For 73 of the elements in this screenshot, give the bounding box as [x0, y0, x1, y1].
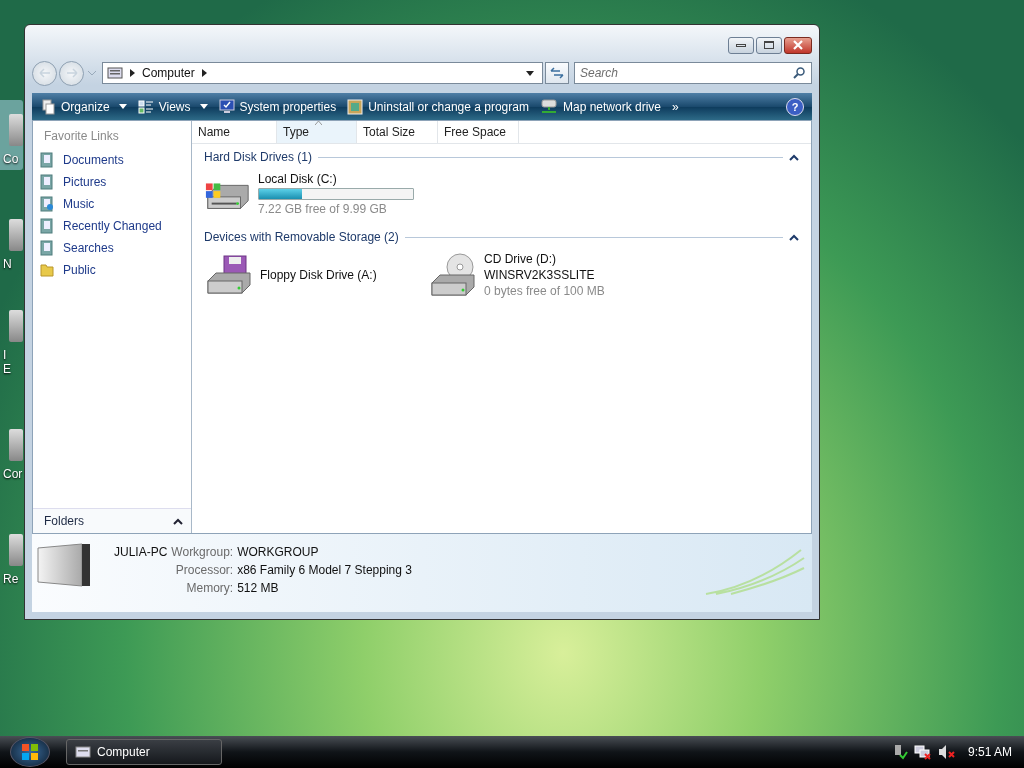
- help-button[interactable]: ?: [786, 97, 804, 116]
- drive-name[interactable]: CD Drive (D:): [484, 252, 605, 266]
- breadcrumb[interactable]: Computer: [142, 66, 195, 80]
- toolbar-button[interactable]: System properties: [214, 97, 341, 116]
- document-folder-icon: [39, 240, 55, 256]
- cd-drive-icon: [428, 253, 478, 297]
- favorite-links-heading: Favorite Links: [43, 128, 120, 145]
- folders-bar[interactable]: Folders: [33, 508, 191, 533]
- computer-icon: [107, 67, 123, 79]
- pages-icon: [42, 98, 56, 115]
- toolbar-button[interactable]: Uninstall or change a program: [343, 96, 533, 117]
- speaker-muted-icon[interactable]: [937, 744, 956, 760]
- search-icon: [793, 67, 805, 79]
- drive-name[interactable]: Floppy Disk Drive (A:): [260, 268, 377, 282]
- sidebar-link[interactable]: Public: [33, 259, 191, 281]
- refresh-arrows-icon: [550, 67, 564, 79]
- computer-icon: [75, 746, 91, 758]
- floppy-drive-icon: [204, 255, 254, 295]
- toolbar-button[interactable]: Map network drive: [535, 97, 665, 116]
- network-drive-icon: [539, 99, 558, 114]
- views-icon: [137, 99, 154, 114]
- breadcrumb-arrow-icon[interactable]: [130, 69, 135, 77]
- toolbar-button[interactable]: Organize: [38, 96, 131, 117]
- forward-arrow-icon: [65, 68, 78, 78]
- windows-logo-icon: [21, 743, 39, 761]
- document-folder-icon: [39, 218, 55, 234]
- detail-label: Memory:: [185, 581, 234, 595]
- breadcrumb-arrow-icon[interactable]: [201, 69, 207, 77]
- chevron-icon[interactable]: [789, 233, 799, 241]
- program-box-icon: [347, 98, 364, 115]
- document-folder-icon: [39, 174, 55, 190]
- chevron-icon[interactable]: [789, 153, 799, 161]
- document-folder-icon: [39, 152, 55, 168]
- detail-value: WORKGROUP: [237, 545, 320, 559]
- minimize-button[interactable]: [728, 36, 754, 54]
- start-button[interactable]: [10, 737, 50, 767]
- sidebar-link[interactable]: Recently Changed: [33, 215, 191, 237]
- group-heading[interactable]: Devices with Removable Storage (2): [204, 230, 399, 244]
- group-heading[interactable]: Hard Disk Drives (1): [204, 150, 312, 164]
- maximize-button[interactable]: [756, 36, 782, 54]
- detail-label: Processor:: [174, 563, 234, 577]
- music-folder-icon: [39, 196, 55, 212]
- taskbar-button[interactable]: Computer: [66, 739, 222, 765]
- close-button[interactable]: [784, 36, 812, 54]
- network-icon[interactable]: [913, 744, 932, 760]
- chevron-icon: [173, 517, 183, 525]
- column-header[interactable]: Type: [277, 121, 357, 143]
- monitor-icon: [218, 99, 235, 114]
- sidebar-link[interactable]: Pictures: [33, 171, 191, 193]
- refresh-button[interactable]: [545, 62, 569, 84]
- detail-label: Workgroup:: [171, 545, 234, 559]
- computer-case-icon: [36, 542, 92, 588]
- drive-name[interactable]: Local Disk (C:): [258, 172, 414, 186]
- free-space-text: 7.22 GB free of 9.99 GB: [258, 202, 388, 216]
- dropdown-arrow-icon: [118, 104, 127, 109]
- dropdown-arrow-icon: [199, 104, 208, 109]
- sidebar-link[interactable]: Documents: [33, 149, 191, 171]
- free-space-text: 0 bytes free of 100 MB: [484, 284, 605, 298]
- detail-value: x86 Family 6 Model 7 Stepping 3: [237, 563, 412, 577]
- clock[interactable]: 9:51 AM: [967, 745, 1012, 759]
- more-button[interactable]: »: [668, 97, 683, 116]
- search-field[interactable]: Search: [574, 62, 812, 84]
- detail-value: 512 MB: [237, 581, 280, 595]
- sidebar-link[interactable]: Music: [33, 193, 191, 215]
- close-icon: [792, 40, 804, 50]
- volume-label: WINSRV2K3SSLITE: [484, 268, 596, 282]
- folder-icon: [39, 262, 55, 278]
- toolbar-button[interactable]: Views: [133, 97, 212, 116]
- dropdown-arrow-icon[interactable]: [526, 70, 534, 76]
- computer-name: JULIA-PC: [114, 545, 168, 559]
- address-bar[interactable]: Computer: [102, 62, 543, 84]
- sidebar-link[interactable]: Searches: [33, 237, 191, 259]
- back-arrow-icon: [38, 68, 51, 78]
